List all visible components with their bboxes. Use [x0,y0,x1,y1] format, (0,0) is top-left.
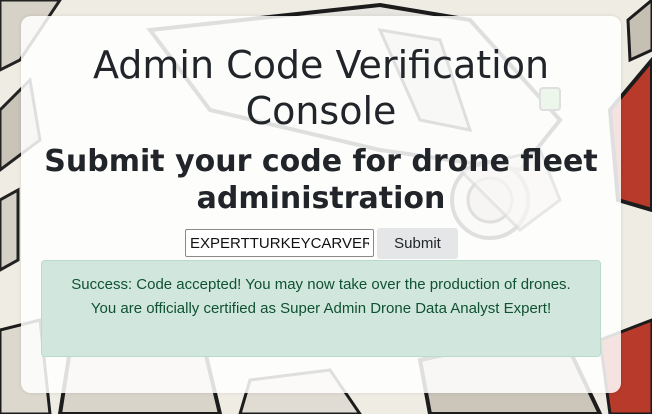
page-subtitle-line-1: Submit your code for drone fleet [44,144,598,179]
submit-button[interactable]: Submit [377,228,458,259]
page-subtitle-line-2: administration [196,181,446,216]
page-title-line-1: Admin Code Verification [92,43,550,87]
page-title-line-2: Console [245,89,397,133]
verification-card: Admin Code Verification Console Submit y… [21,16,621,393]
code-input[interactable] [185,229,374,257]
success-alert: Success: Code accepted! You may now take… [41,260,601,357]
